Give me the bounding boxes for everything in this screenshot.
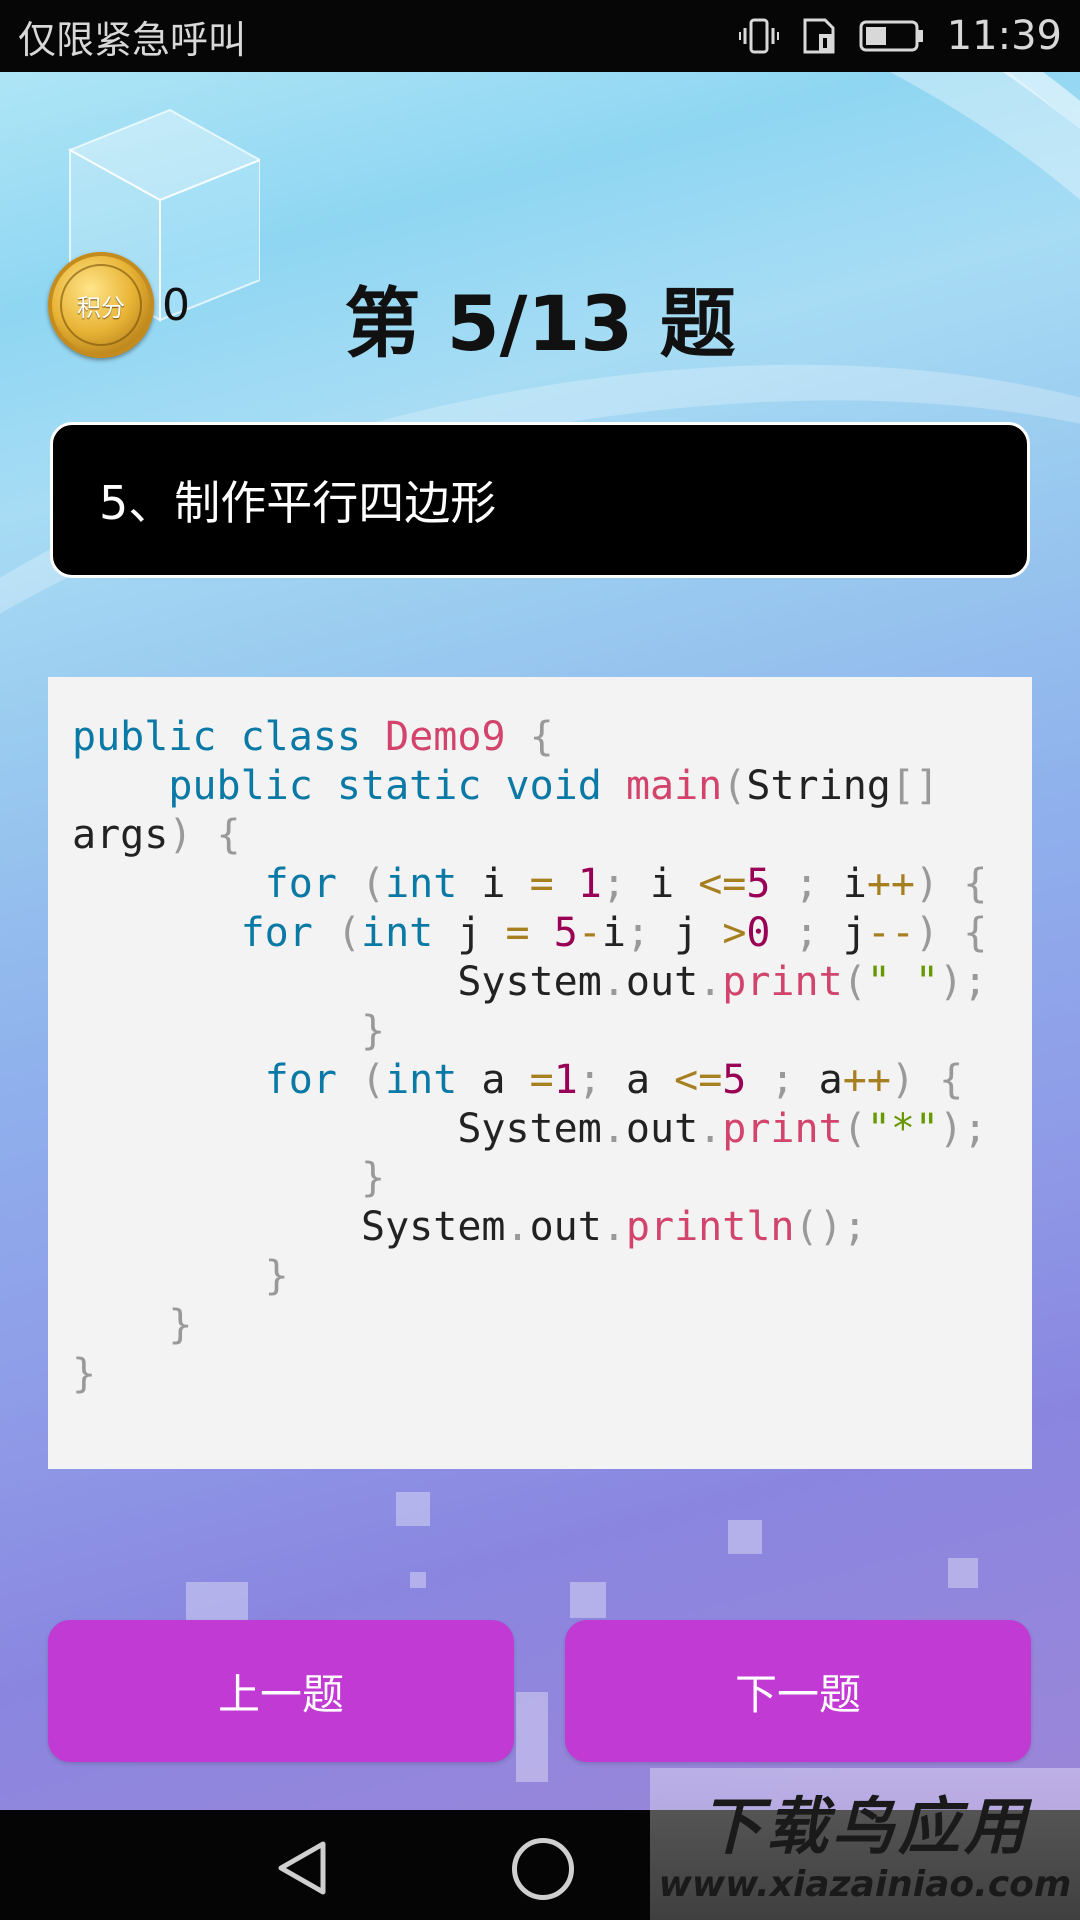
status-icons: 11:39 [738, 13, 1062, 59]
code-line: for (int a =1; a <=5 ; a++) { [264, 1057, 964, 1103]
code-line: System.out.println(); [72, 1204, 867, 1250]
code-line: public class Demo9 { [72, 714, 554, 760]
next-question-button[interactable]: 下一题 [565, 1620, 1031, 1762]
code-line: args) { [72, 812, 241, 858]
carrier-text: 仅限紧急呼叫 [18, 17, 247, 62]
question-counter: 第 5/13 题 [344, 279, 736, 368]
code-line: for (int j = 5-i; j >0 ; j--) { [240, 910, 988, 956]
previous-question-button[interactable]: 上一题 [48, 1620, 514, 1762]
quiz-screen: 积分 0 第 5/13 题 5、制作平行四边形 public class Dem… [0, 72, 1080, 1810]
watermark-logo: 下载鸟应用 www.xiazainiao.com [650, 1768, 1080, 1920]
decor-square [396, 1492, 430, 1526]
vibrate-icon [738, 18, 779, 54]
code-line: } [360, 1008, 386, 1054]
decor-square [516, 1692, 548, 1782]
clock: 11:39 [946, 13, 1062, 59]
watermark-url: www.xiazainiao.com [658, 1864, 1072, 1905]
code-line: } [168, 1302, 193, 1348]
status-bar: 仅限紧急呼叫 11:39 [0, 0, 1080, 72]
decor-square [728, 1520, 762, 1554]
battery-icon [859, 20, 923, 52]
code-line: System.out.print(" "); [72, 959, 988, 1005]
sim-card-icon [803, 18, 835, 54]
decor-square [410, 1572, 426, 1588]
code-panel: public class Demo9 { public static void … [48, 677, 1032, 1469]
watermark-title: 下载鸟应用 [699, 1790, 1030, 1863]
home-icon[interactable] [512, 1838, 574, 1900]
code-line: } [264, 1253, 289, 1299]
code-line: System.out.print("*"); [72, 1106, 988, 1152]
question-title: 5、制作平行四边形 [99, 476, 497, 530]
code-line: for (int i = 1; i <=5 ; i++) { [264, 861, 988, 907]
decor-square [948, 1558, 978, 1588]
code-line: } [72, 1351, 97, 1397]
code-line: public static void main(String[] [168, 763, 940, 809]
question-title-box: 5、制作平行四边形 [50, 422, 1030, 578]
code-line: } [360, 1155, 386, 1201]
back-icon[interactable] [275, 1838, 331, 1898]
decor-square [570, 1582, 606, 1618]
